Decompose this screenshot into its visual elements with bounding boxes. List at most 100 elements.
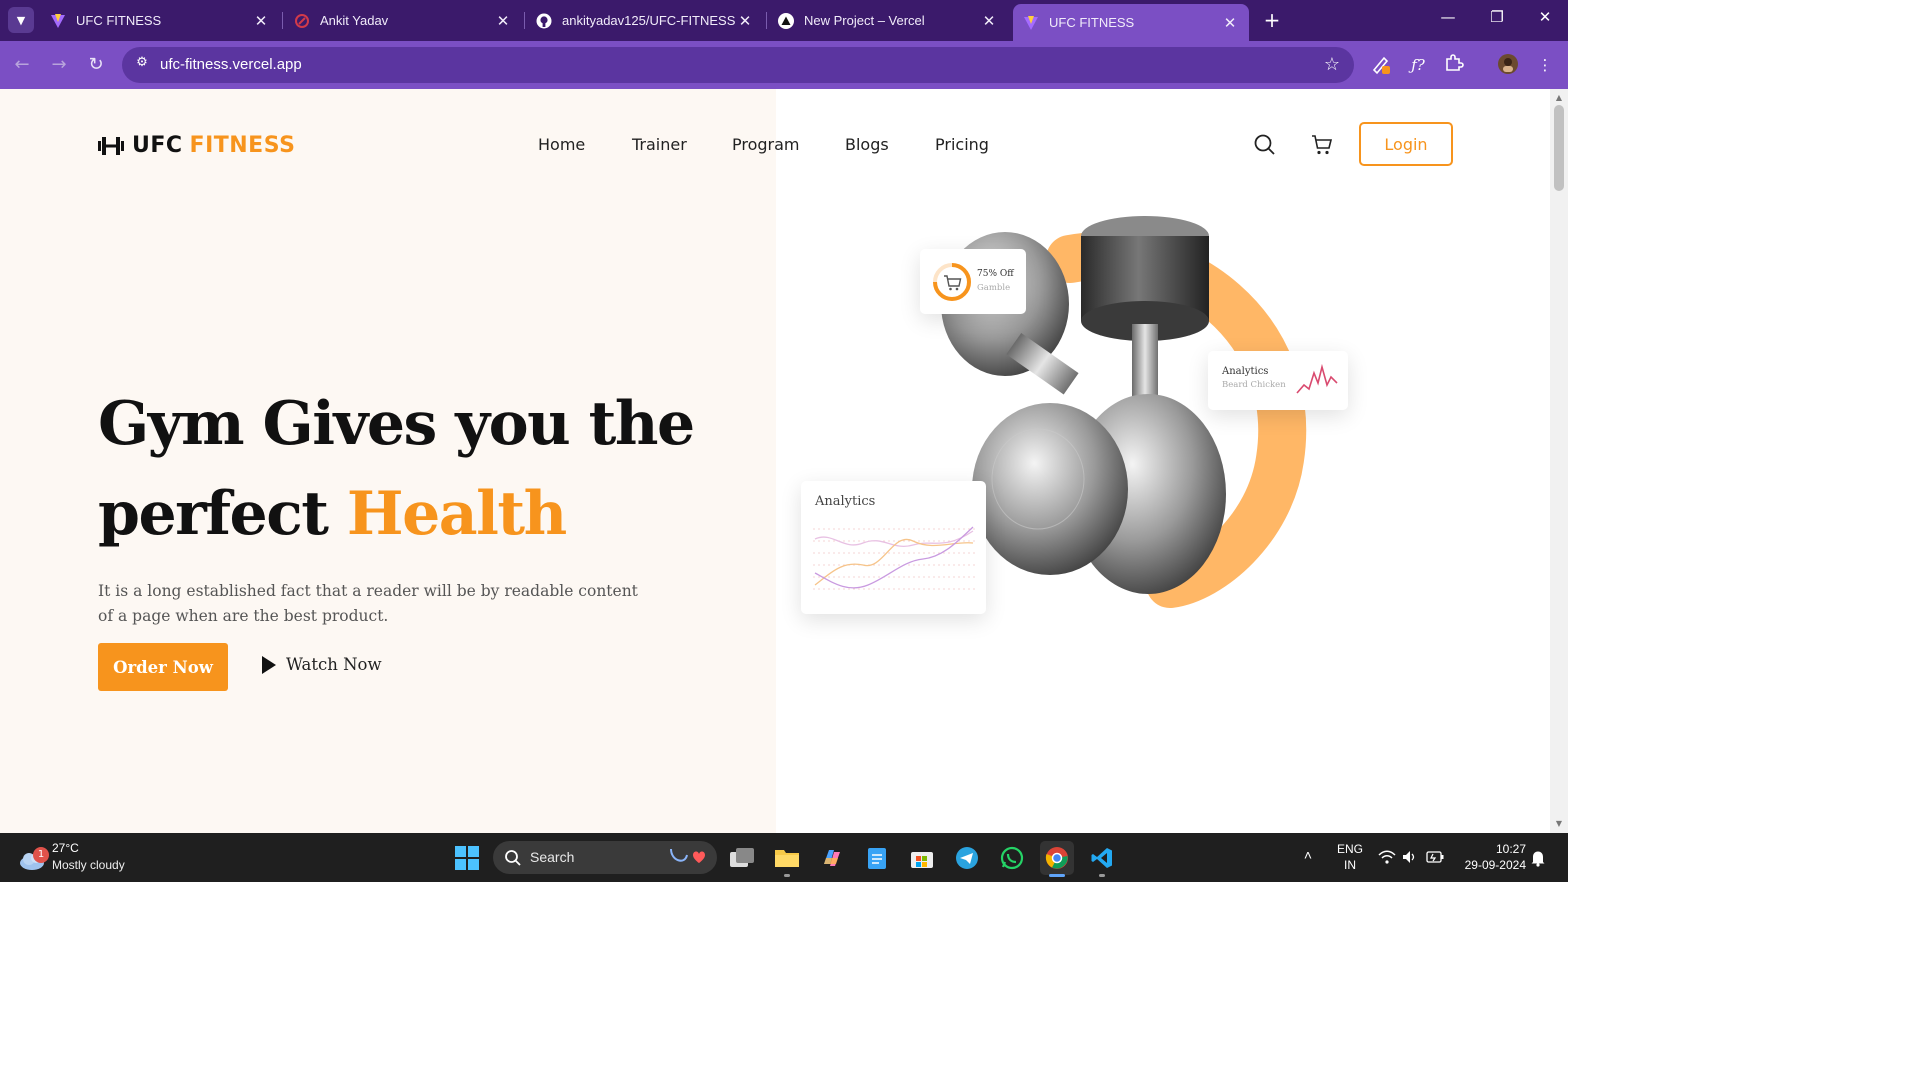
weather-condition: Mostly cloudy bbox=[52, 858, 125, 872]
tab-ufc-fitness-1[interactable]: UFC FITNESS ✕ bbox=[40, 0, 280, 41]
hero-headline: Gym Gives you the perfect Health bbox=[98, 379, 695, 559]
wifi-icon bbox=[1378, 850, 1396, 864]
sparkline-icon bbox=[1296, 363, 1338, 394]
windows-taskbar: 1 27°C Mostly cloudy Search ˄ ENG IN 10:… bbox=[0, 833, 1568, 882]
running-indicator bbox=[784, 874, 790, 877]
close-tab-icon[interactable]: ✕ bbox=[252, 12, 270, 30]
nav-pricing[interactable]: Pricing bbox=[935, 135, 989, 154]
windows-start-icon[interactable] bbox=[450, 841, 484, 875]
copilot-icon[interactable] bbox=[815, 841, 849, 875]
notepad-icon[interactable] bbox=[860, 841, 894, 875]
file-explorer-icon[interactable] bbox=[770, 841, 804, 877]
forward-arrow-icon[interactable]: → bbox=[47, 53, 71, 77]
search-icon bbox=[505, 850, 521, 866]
logo-text-fitness: FITNESS bbox=[189, 133, 296, 158]
close-tab-icon[interactable]: ✕ bbox=[494, 12, 512, 30]
tab-title: Ankit Yadav bbox=[320, 13, 389, 28]
tab-divider bbox=[524, 12, 525, 29]
tab-vercel[interactable]: New Project – Vercel ✕ bbox=[768, 0, 1008, 41]
web-page: UFC FITNESS Home Trainer Program Blogs P… bbox=[0, 89, 1550, 833]
vite-icon bbox=[50, 13, 66, 29]
analytics-chart-title: Analytics bbox=[815, 494, 876, 509]
extension-pen-icon[interactable] bbox=[1369, 53, 1393, 77]
profile-avatar[interactable] bbox=[1496, 53, 1520, 77]
browser-menu-icon[interactable]: ⋮ bbox=[1533, 53, 1557, 77]
chrome-icon[interactable] bbox=[1040, 841, 1074, 877]
tab-github[interactable]: ankityadav125/UFC-FITNESS ✕ bbox=[526, 0, 764, 41]
stethoscope-heart-icon bbox=[670, 848, 705, 863]
microsoft-store-icon[interactable] bbox=[905, 841, 939, 875]
language-indicator[interactable]: ENG IN bbox=[1333, 833, 1367, 882]
site-logo[interactable]: UFC FITNESS bbox=[98, 133, 295, 158]
profile-logo-icon bbox=[294, 13, 310, 29]
restore-icon[interactable]: ❐ bbox=[1482, 8, 1512, 26]
page-scrollbar[interactable]: ▲ ▼ bbox=[1550, 89, 1568, 833]
headline-prefix: perfect bbox=[98, 479, 329, 549]
active-indicator bbox=[1049, 874, 1065, 877]
back-arrow-icon[interactable]: ← bbox=[10, 53, 34, 77]
analytics-mini-title: Analytics bbox=[1222, 366, 1269, 377]
scroll-down-arrow-icon[interactable]: ▼ bbox=[1554, 819, 1564, 828]
vite-icon bbox=[1023, 15, 1039, 31]
nav-home[interactable]: Home bbox=[538, 135, 585, 154]
reload-icon[interactable]: ↻ bbox=[84, 53, 108, 77]
order-now-button[interactable]: Order Now bbox=[98, 643, 228, 691]
new-tab-button[interactable]: + bbox=[1260, 8, 1284, 32]
taskbar-search-box[interactable]: Search bbox=[493, 841, 717, 874]
discount-card: 75% Off Gamble bbox=[920, 249, 1026, 314]
tab-ufc-fitness-active[interactable]: UFC FITNESS ✕ bbox=[1013, 4, 1249, 41]
bookmark-star-icon[interactable]: ☆ bbox=[1324, 54, 1340, 75]
scrollbar-thumb[interactable] bbox=[1554, 105, 1564, 191]
login-button[interactable]: Login bbox=[1359, 122, 1453, 166]
tab-strip: ▼ UFC FITNESS ✕ Ankit Yadav ✕ ankityadav… bbox=[0, 0, 1568, 41]
close-tab-icon[interactable]: ✕ bbox=[736, 12, 754, 30]
nav-program[interactable]: Program bbox=[732, 135, 800, 154]
region-code: IN bbox=[1344, 858, 1356, 872]
taskbar-search-label: Search bbox=[530, 849, 575, 865]
analytics-chart-card: Analytics bbox=[801, 481, 986, 614]
tab-search-button[interactable]: ▼ bbox=[8, 7, 34, 33]
logo-text-ufc: UFC bbox=[132, 133, 183, 158]
show-hidden-icons-chevron-icon[interactable]: ˄ bbox=[1298, 847, 1318, 867]
analytics-mini-subtitle: Beard Chicken bbox=[1222, 380, 1286, 390]
tab-title: New Project – Vercel bbox=[804, 13, 925, 28]
nav-trainer[interactable]: Trainer bbox=[632, 135, 687, 154]
url-text[interactable]: ufc-fitness.vercel.app bbox=[160, 56, 302, 73]
dumbbell-logo-icon bbox=[98, 136, 124, 155]
nav-blogs[interactable]: Blogs bbox=[845, 135, 889, 154]
weather-temperature: 27°C bbox=[52, 841, 79, 855]
watch-now-button[interactable]: Watch Now bbox=[262, 655, 382, 674]
vercel-icon bbox=[778, 12, 794, 29]
github-icon bbox=[536, 13, 552, 29]
telegram-icon[interactable] bbox=[950, 841, 984, 875]
watch-now-label: Watch Now bbox=[286, 655, 382, 674]
site-info-icon[interactable]: ⚙ bbox=[132, 55, 152, 75]
minimize-icon[interactable]: — bbox=[1433, 8, 1463, 26]
system-tray[interactable] bbox=[1376, 833, 1446, 882]
search-icon[interactable] bbox=[1253, 133, 1277, 157]
running-indicator bbox=[1099, 874, 1105, 877]
discount-ring-icon bbox=[933, 263, 971, 301]
hero-description: It is a long established fact that a rea… bbox=[98, 582, 638, 625]
extensions-puzzle-icon[interactable] bbox=[1442, 53, 1466, 77]
clock-time: 10:27 bbox=[1495, 842, 1526, 856]
whatsapp-icon[interactable] bbox=[995, 841, 1029, 875]
weather-widget[interactable]: 1 27°C Mostly cloudy bbox=[18, 841, 168, 875]
vscode-icon[interactable] bbox=[1085, 841, 1119, 877]
tab-divider bbox=[282, 12, 283, 29]
language-code: ENG bbox=[1336, 842, 1363, 856]
notification-bell-icon[interactable] bbox=[1530, 849, 1550, 869]
clock-date: 29-09-2024 bbox=[1464, 858, 1526, 872]
task-view-icon[interactable] bbox=[725, 841, 759, 875]
fx-extension-icon[interactable]: ƒ? bbox=[1406, 53, 1430, 77]
address-bar[interactable]: ⚙ ufc-fitness.vercel.app ☆ bbox=[122, 47, 1354, 83]
tab-title: UFC FITNESS bbox=[76, 13, 162, 28]
scroll-up-arrow-icon[interactable]: ▲ bbox=[1554, 93, 1564, 102]
tab-ankit-yadav[interactable]: Ankit Yadav ✕ bbox=[284, 0, 522, 41]
close-window-icon[interactable]: ✕ bbox=[1530, 8, 1560, 26]
cart-icon[interactable] bbox=[1310, 133, 1334, 157]
close-tab-icon[interactable]: ✕ bbox=[1221, 14, 1239, 32]
volume-icon bbox=[1403, 851, 1415, 863]
close-tab-icon[interactable]: ✕ bbox=[980, 12, 998, 30]
clock[interactable]: 10:27 29-09-2024 bbox=[1452, 833, 1532, 882]
